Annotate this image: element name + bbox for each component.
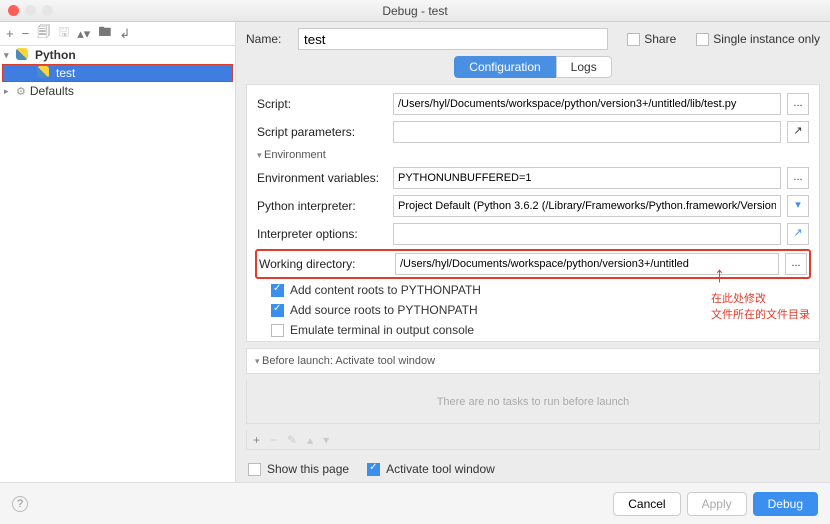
tree-item-defaults[interactable]: ▸Defaults xyxy=(0,82,235,100)
before-launch-tasks: There are no tasks to run before launch xyxy=(246,380,820,424)
content-area: Name: Share Single instance only Configu… xyxy=(236,22,830,482)
script-params-label: Script parameters: xyxy=(257,125,387,139)
sidebar-toolbar: + − 🗐 🖫 ▴▾ 🖿 ↲ xyxy=(0,22,235,46)
before-launch-toolbar: + − ✎ ▴ ▾ xyxy=(246,430,820,450)
gear-icon xyxy=(16,84,28,98)
share-label: Share xyxy=(644,32,676,46)
add-content-roots-label: Add content roots to PYTHONPATH xyxy=(290,283,481,297)
interpreter-select[interactable] xyxy=(393,195,781,217)
python-icon xyxy=(37,66,51,80)
workdir-label: Working directory: xyxy=(259,257,389,271)
footer: ? Cancel Apply Debug xyxy=(0,482,830,524)
bl-remove-icon: − xyxy=(270,433,277,447)
config-tree: ▾Python test ▸Defaults xyxy=(0,46,235,482)
activate-tool-window-label: Activate tool window xyxy=(386,462,495,476)
folder-icon[interactable]: 🖿 xyxy=(98,23,111,45)
apply-button[interactable]: Apply xyxy=(687,492,747,516)
interpopts-label: Interpreter options: xyxy=(257,227,387,241)
titlebar: Debug - test xyxy=(0,0,830,22)
debug-button[interactable]: Debug xyxy=(753,492,818,516)
envvars-browse-button[interactable]: ... xyxy=(787,167,809,189)
tree-item-test[interactable]: test xyxy=(2,64,233,82)
copy-icon[interactable]: 🗐 xyxy=(37,23,50,45)
envvars-label: Environment variables: xyxy=(257,171,387,185)
environment-section[interactable]: Environment xyxy=(257,149,809,161)
envvars-input[interactable] xyxy=(393,167,781,189)
script-label: Script: xyxy=(257,97,387,111)
save-icon[interactable]: 🖫 xyxy=(58,23,69,45)
before-launch-header[interactable]: Before launch: Activate tool window xyxy=(255,355,811,367)
interpreter-dropdown-icon[interactable]: ▾ xyxy=(787,195,809,217)
annotation-arrow-icon: ↑ xyxy=(714,262,725,288)
bl-up-icon: ▴ xyxy=(307,433,313,447)
interpreter-label: Python interpreter: xyxy=(257,199,387,213)
activate-tool-window-checkbox[interactable] xyxy=(367,463,380,476)
emulate-terminal-label: Emulate terminal in output console xyxy=(290,323,474,337)
single-instance-checkbox[interactable] xyxy=(696,33,709,46)
add-source-roots-checkbox[interactable] xyxy=(271,304,284,317)
bl-add-icon[interactable]: + xyxy=(253,433,260,447)
interpopts-expand-button[interactable]: ↗ xyxy=(787,223,809,245)
tab-configuration[interactable]: Configuration xyxy=(454,56,555,78)
single-instance-label: Single instance only xyxy=(713,32,820,46)
interpopts-input[interactable] xyxy=(393,223,781,245)
remove-icon[interactable]: − xyxy=(22,26,30,41)
window-title: Debug - test xyxy=(0,4,830,18)
script-input[interactable] xyxy=(393,93,781,115)
tabs: Configuration Logs xyxy=(246,56,820,78)
sidebar: + − 🗐 🖫 ▴▾ 🖿 ↲ ▾Python test ▸Defaults xyxy=(0,22,236,482)
emulate-terminal-checkbox[interactable] xyxy=(271,324,284,337)
tab-logs[interactable]: Logs xyxy=(556,56,612,78)
up-down-icon[interactable]: ▴▾ xyxy=(77,26,90,42)
bl-down-icon: ▾ xyxy=(323,433,329,447)
script-params-expand-button[interactable]: ↗ xyxy=(787,121,809,143)
script-browse-button[interactable]: ... xyxy=(787,93,809,115)
collapse-icon[interactable]: ↲ xyxy=(119,26,130,42)
help-icon[interactable]: ? xyxy=(12,496,28,512)
show-this-page-checkbox[interactable] xyxy=(248,463,261,476)
bl-edit-icon: ✎ xyxy=(287,433,297,447)
name-input[interactable] xyxy=(298,28,608,50)
name-label: Name: xyxy=(246,32,290,46)
annotation-text: 在此处修改 文件所在的文件目录 xyxy=(711,290,810,322)
show-this-page-label: Show this page xyxy=(267,462,349,476)
python-icon xyxy=(16,48,30,62)
tree-item-python[interactable]: ▾Python xyxy=(0,46,235,64)
share-checkbox[interactable] xyxy=(627,33,640,46)
working-dir-highlight: Working directory: ... xyxy=(255,249,811,279)
add-icon[interactable]: + xyxy=(6,26,14,41)
workdir-browse-button[interactable]: ... xyxy=(785,253,807,275)
script-params-input[interactable] xyxy=(393,121,781,143)
before-launch-section: Before launch: Activate tool window xyxy=(246,348,820,374)
add-source-roots-label: Add source roots to PYTHONPATH xyxy=(290,303,478,317)
cancel-button[interactable]: Cancel xyxy=(613,492,680,516)
add-content-roots-checkbox[interactable] xyxy=(271,284,284,297)
